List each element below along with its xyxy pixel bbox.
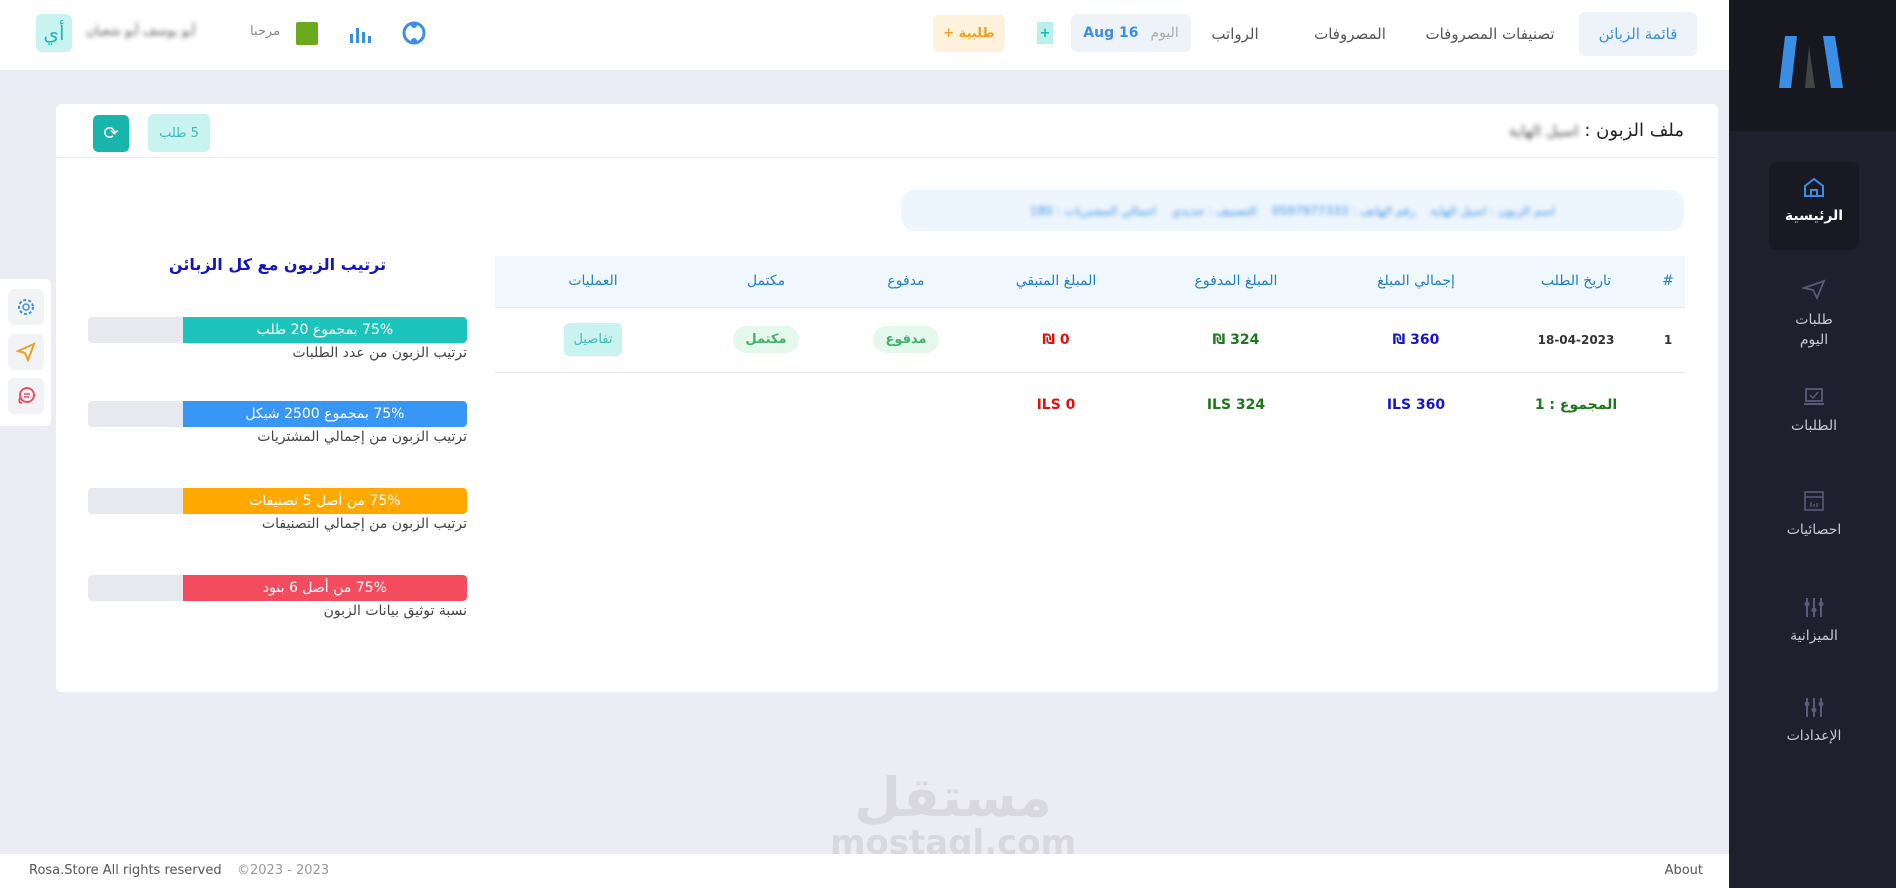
welcome-text: مرحبا (250, 24, 281, 39)
lifebuoy-icon[interactable] (402, 20, 426, 50)
ranking-progress-bar: 75% من أصل 5 تصنيفات (88, 488, 467, 514)
ranking-progress-fill: 75% من أصل 6 بنود (182, 575, 467, 601)
ranking-progress-fill: 75% بمجموع 20 طلب (182, 317, 467, 343)
table-row: 1 18-04-2023 360 ₪ 324 ₪ 0 ₪ مدفوع مكتمل… (495, 307, 1685, 373)
footer: Rosa.Store All rights reserved ©2023 - 2… (0, 854, 1729, 888)
row-remaining: 0 ₪ (971, 307, 1141, 373)
col-paid-status: مدفوع (841, 256, 971, 308)
sidebar-item-label: طلبات اليوم (1795, 312, 1833, 348)
col-complete-status: مكتمل (691, 256, 841, 308)
footer-brand: Rosa.Store All rights reserved (29, 863, 222, 878)
orders-count-badge: 5 طلب (148, 114, 210, 152)
watermark: مستقل mostaql.com (830, 766, 1076, 861)
card-header: ⟳ 5 طلب ملف الزبون : اسيل الهاية (56, 104, 1718, 158)
footer-years: ©2023 - 2023 (237, 863, 330, 878)
logo[interactable] (1729, 0, 1896, 131)
row-total: 360 ₪ (1331, 307, 1501, 373)
chart-icon[interactable] (348, 22, 372, 48)
customer-info-line: اسم الزبون : اسيل الهاية رقم الهاتف : 05… (901, 190, 1684, 231)
ranking-label: نسبة توثيق بيانات الزبون (323, 603, 467, 619)
col-remaining: المبلغ المتبقي (971, 256, 1141, 308)
paid-status-badge: مدفوع (873, 326, 939, 353)
chat-icon[interactable] (8, 378, 44, 414)
ranking-progress-fill: 75% بمجموع 2500 شيكل (182, 401, 467, 427)
orders-table: # تاريخ الطلب إجمالي المبلغ المبلغ المدف… (495, 256, 1685, 437)
nav-expenses[interactable]: المصروفات (1295, 12, 1405, 56)
today-date: Aug 16 اليوم (1071, 14, 1191, 52)
sidebar-item-orders[interactable]: الطلبات (1769, 372, 1859, 434)
today-label: اليوم (1150, 25, 1179, 41)
today-date-value: Aug 16 (1083, 25, 1139, 41)
sidebar-item-statistics[interactable]: احصائيات (1769, 476, 1859, 538)
sidebar-item-label: الرئيسية (1784, 208, 1844, 224)
username: أبو يوسف أبو شعبان (86, 24, 196, 39)
card-title: ملف الزبون : اسيل الهاية (1509, 120, 1684, 141)
totals-row: المجموع : 1 ILS 360 ILS 324 ILS 0 (495, 372, 1685, 437)
flag-icon[interactable] (296, 22, 318, 45)
sidebar: الرئيسية طلبات اليوم الطلبات احصائيات ال… (1729, 0, 1896, 888)
ranking-label: ترتيب الزبون من إجمالي التصنيفات (261, 516, 467, 532)
sidebar-item-label: احصائيات (1786, 522, 1842, 538)
totals-total: ILS 360 (1386, 396, 1446, 413)
card-title-label: ملف الزبون : (1584, 120, 1684, 141)
settings-gear-icon[interactable] (8, 289, 44, 325)
sidebar-item-today-orders[interactable]: طلبات اليوم (1779, 264, 1849, 350)
refresh-button[interactable]: ⟳ (93, 115, 129, 152)
sliders-icon (1804, 598, 1824, 617)
row-num: 1 (1651, 307, 1685, 373)
nav-customers-list[interactable]: قائمة الزبائن (1579, 12, 1697, 56)
ranking-progress-bar: 75% من أصل 6 بنود (88, 575, 467, 601)
sliders-icon (1804, 698, 1824, 717)
send-icon (1802, 279, 1826, 300)
ranking-progress-fill: 75% من أصل 5 تصنيفات (182, 488, 467, 514)
ranking-label: ترتيب الزبون من إجمالي المشتريات (257, 429, 467, 445)
ranking-progress-bar: 75% بمجموع 2500 شيكل (88, 401, 467, 427)
new-order-button[interactable]: طلبية + (933, 15, 1005, 52)
customer-info-text: اسم الزبون : اسيل الهاية رقم الهاتف : 05… (1029, 203, 1556, 218)
col-total: إجمالي المبلغ (1331, 256, 1501, 308)
ranking-label: ترتيب الزبون من عدد الطلبات (292, 345, 467, 361)
col-paid: المبلغ المدفوع (1141, 256, 1331, 308)
about-link[interactable]: About (1665, 863, 1703, 878)
row-date: 18-04-2023 (1501, 307, 1651, 373)
customer-name: اسيل الهاية (1508, 122, 1579, 140)
floating-toolbar (0, 279, 51, 426)
details-button[interactable]: تفاصيل (563, 323, 623, 356)
watermark-arabic: مستقل (854, 766, 1052, 829)
sidebar-item-label: الطلبات (1791, 418, 1837, 434)
ranking-title: ترتيب الزبون مع كل الزبائن (168, 255, 387, 274)
totals-paid: ILS 324 (1206, 396, 1266, 413)
sidebar-item-label: الإعدادات (1786, 728, 1842, 744)
sidebar-item-settings[interactable]: الإعدادات (1769, 682, 1859, 744)
customer-profile-card: ⟳ 5 طلب ملف الزبون : اسيل الهاية اسم الز… (56, 104, 1718, 692)
add-file-icon[interactable]: + (1037, 22, 1053, 44)
col-actions: العمليات (495, 256, 691, 308)
stats-window-icon (1804, 491, 1824, 511)
avatar[interactable]: أي (36, 14, 72, 52)
complete-status-badge: مكتمل (733, 326, 799, 353)
table-header-row: # تاريخ الطلب إجمالي المبلغ المبلغ المدف… (495, 256, 1685, 308)
ranking-progress-bar: 75% بمجموع 20 طلب (88, 317, 467, 343)
home-icon (1804, 177, 1824, 197)
col-num: # (1651, 256, 1685, 308)
laptop-check-icon (1804, 388, 1824, 405)
sidebar-item-budget[interactable]: الميزانية (1769, 582, 1859, 644)
row-paid: 324 ₪ (1141, 307, 1331, 373)
top-bar: أي أبو يوسف أبو شعبان مرحبا طلبية + + Au… (0, 0, 1729, 70)
nav-expense-categories[interactable]: تصنيفات المصروفات (1415, 12, 1565, 56)
col-date: تاريخ الطلب (1501, 256, 1651, 308)
sidebar-item-label: الميزانية (1790, 628, 1838, 644)
nav-salaries[interactable]: الرواتب (1200, 12, 1270, 56)
totals-remaining: ILS 0 (1036, 396, 1076, 413)
sidebar-item-home[interactable]: الرئيسية (1769, 162, 1859, 250)
send-icon[interactable] (8, 334, 44, 370)
totals-label: المجموع : 1 (1534, 396, 1618, 413)
